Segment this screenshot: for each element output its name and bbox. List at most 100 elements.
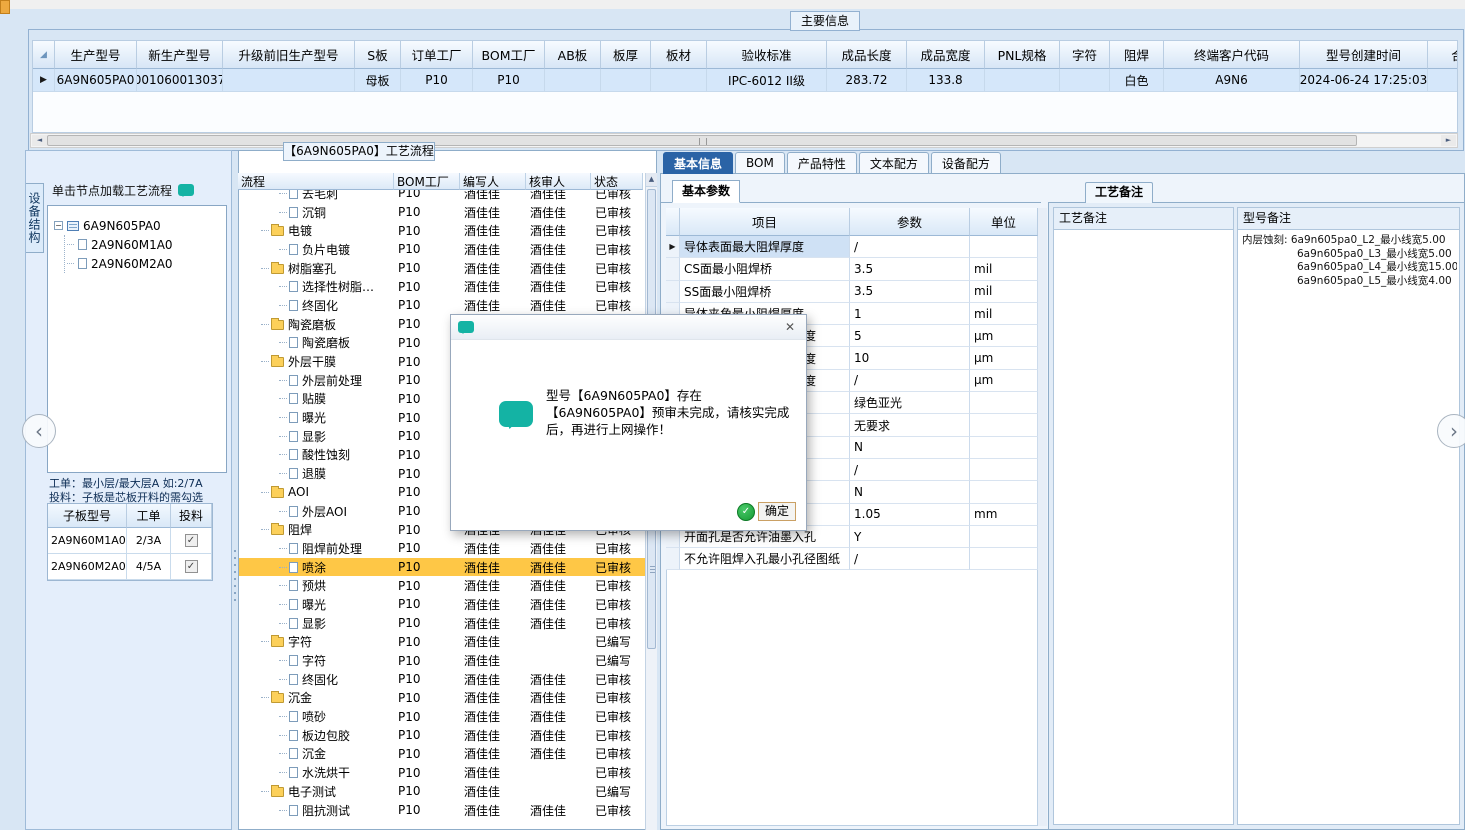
param-value[interactable]: 1.05 — [850, 503, 970, 526]
param-value[interactable]: / — [850, 369, 970, 393]
scrollbar-thumb[interactable] — [47, 135, 1357, 146]
param-column-header[interactable]: 项目 — [680, 208, 850, 236]
process-row[interactable]: 曝光 P10 酒佳佳 酒佳佳 已审核 — [239, 595, 645, 614]
left-arrow-icon[interactable]: ◄ — [32, 135, 47, 146]
process-row[interactable]: 沉金 P10 酒佳佳 酒佳佳 已审核 — [239, 689, 645, 708]
collapse-right-icon[interactable]: › — [1437, 414, 1465, 448]
column-header[interactable]: 生产型号 — [55, 41, 137, 69]
tab-basic-params[interactable]: 基本参数 — [672, 180, 741, 203]
process-row[interactable]: 电子测试 P10 酒佳佳 已编写 — [239, 782, 645, 801]
param-value[interactable]: / — [850, 458, 970, 482]
subboard-row[interactable]: 2A9N60M1A0 2/3A ✓ — [48, 528, 212, 554]
param-row[interactable]: SS面最小阻焊桥 3.5 mil — [666, 280, 1038, 303]
param-value[interactable]: N — [850, 481, 970, 504]
process-row[interactable]: 电镀 P10 酒佳佳 酒佳佳 已审核 — [239, 221, 645, 240]
param-value[interactable]: / — [850, 548, 970, 571]
process-row[interactable]: 终固化 P10 酒佳佳 酒佳佳 已审核 — [239, 670, 645, 689]
param-value[interactable]: Y — [850, 525, 970, 549]
up-arrow-icon[interactable]: ▲ — [646, 173, 657, 187]
ok-button[interactable]: ✓ 确定 — [737, 502, 796, 521]
param-value[interactable]: 3.5 — [850, 280, 970, 303]
param-value[interactable]: 1 — [850, 302, 970, 326]
close-icon[interactable]: ✕ — [781, 320, 799, 334]
feed-checkbox[interactable]: ✓ — [184, 560, 198, 573]
tab-product-traits[interactable]: 产品特性 — [786, 152, 857, 174]
column-header[interactable]: AB板 — [545, 41, 601, 69]
process-row[interactable]: 水洗烘干 P10 酒佳佳 已审核 — [239, 763, 645, 782]
feed-checkbox[interactable]: ✓ — [184, 534, 198, 547]
right-arrow-icon[interactable]: ► — [1441, 135, 1456, 146]
process-row[interactable]: 预烘 P10 酒佳佳 酒佳佳 已审核 — [239, 576, 645, 595]
column-header[interactable]: 板厚 — [601, 41, 651, 69]
column-header[interactable]: 新生产型号 — [137, 41, 223, 69]
column-header[interactable]: 成品宽度 — [907, 41, 985, 69]
param-value[interactable]: N — [850, 436, 970, 459]
expander-icon[interactable]: − — [54, 221, 63, 230]
process-row[interactable]: 终固化 P10 酒佳佳 酒佳佳 已审核 — [239, 296, 645, 315]
process-column-header[interactable]: 状态 — [591, 173, 643, 190]
process-writer: 酒佳佳 — [464, 280, 501, 295]
process-row[interactable]: 阻焊前处理 P10 酒佳佳 酒佳佳 已审核 — [239, 539, 645, 558]
process-column-header[interactable]: BOM工厂 — [394, 173, 460, 190]
tree-node-subboard[interactable]: 2A9N60M1A0 — [65, 235, 226, 254]
param-value[interactable]: 10 — [850, 347, 970, 370]
param-value[interactable]: / — [850, 236, 970, 259]
column-header[interactable]: 验收标准 — [707, 41, 827, 69]
param-row[interactable]: 不允许阻焊入孔最小孔径图纸 / — [666, 548, 1038, 571]
collapse-left-icon[interactable]: ‹ — [22, 414, 56, 448]
process-row[interactable]: 沉金 P10 酒佳佳 酒佳佳 已审核 — [239, 745, 645, 764]
process-row[interactable]: 沉铜 P10 酒佳佳 酒佳佳 已审核 — [239, 203, 645, 222]
tree-node-root[interactable]: − 6A9N605PA0 — [48, 216, 226, 235]
process-row[interactable]: 喷涂 P10 酒佳佳 酒佳佳 已审核 — [239, 557, 645, 577]
column-header[interactable]: 阻焊 — [1110, 41, 1164, 69]
column-header[interactable]: 订单工厂 — [401, 41, 473, 69]
column-header[interactable]: 合 — [1428, 41, 1457, 69]
tree-node-subboard[interactable]: 2A9N60M2A0 — [65, 254, 226, 273]
process-status: 已审核 — [595, 261, 632, 276]
subboard-column-header[interactable]: 投料 — [171, 504, 212, 528]
column-header[interactable]: 升级前旧生产型号 — [223, 41, 355, 69]
tab-basic-info[interactable]: 基本信息 — [663, 152, 734, 174]
tab-text-recipe[interactable]: 文本配方 — [858, 152, 929, 174]
param-value[interactable]: 绿色亚光 — [850, 392, 970, 415]
process-row[interactable]: 阻抗测试 P10 酒佳佳 酒佳佳 已审核 — [239, 801, 645, 820]
column-header[interactable]: BOM工厂 — [473, 41, 545, 69]
column-header[interactable]: 字符 — [1060, 41, 1110, 69]
process-row[interactable]: 选择性树脂… P10 酒佳佳 酒佳佳 已审核 — [239, 277, 645, 296]
column-header[interactable]: 成品长度 — [827, 41, 907, 69]
process-row[interactable]: 字符 P10 酒佳佳 已编写 — [239, 651, 645, 670]
process-row[interactable]: 树脂塞孔 P10 酒佳佳 酒佳佳 已审核 — [239, 259, 645, 278]
param-scrollbar-strip[interactable] — [1038, 208, 1047, 826]
select-all-cell[interactable]: ◢ — [33, 41, 55, 69]
column-header[interactable]: S板 — [355, 41, 401, 69]
side-tab-device-structure[interactable]: 设备结构 — [26, 183, 44, 253]
column-header[interactable]: 型号创建时间 — [1300, 41, 1428, 69]
process-column-header[interactable]: 核审人 — [526, 173, 591, 190]
process-row[interactable]: 字符 P10 酒佳佳 已编写 — [239, 633, 645, 652]
process-column-header[interactable]: 流程 — [238, 173, 394, 190]
tab-device-recipe[interactable]: 设备配方 — [930, 152, 1001, 174]
process-row[interactable]: 负片电镀 P10 酒佳佳 酒佳佳 已审核 — [239, 240, 645, 259]
param-row[interactable]: CS面最小阻焊桥 3.5 mil — [666, 258, 1038, 281]
load-process-flow-button[interactable]: 单击节点加载工艺流程 — [52, 180, 224, 200]
param-value[interactable]: 3.5 — [850, 258, 970, 281]
process-row[interactable]: 板边包胶 P10 酒佳佳 酒佳佳 已审核 — [239, 726, 645, 745]
process-row[interactable]: 去毛刺 P10 酒佳佳 酒佳佳 已审核 — [239, 190, 645, 203]
column-header[interactable]: 终端客户代码 — [1164, 41, 1300, 69]
param-column-header[interactable]: 单位 — [970, 208, 1038, 236]
column-header[interactable]: 板材 — [651, 41, 707, 69]
subboard-column-header[interactable]: 子板型号 — [48, 504, 127, 528]
main-info-row[interactable]: ▶ 6A9N605PA010010600130377母板P10P10IPC-60… — [33, 69, 1457, 92]
process-row[interactable]: 显影 P10 酒佳佳 酒佳佳 已审核 — [239, 614, 645, 633]
subboard-row[interactable]: 2A9N60M2A0 4/5A ✓ — [48, 554, 212, 580]
param-row[interactable]: ▶ 导体表面最大阻焊厚度 / — [666, 236, 1038, 259]
param-column-header[interactable]: 参数 — [850, 208, 970, 236]
param-value[interactable]: 5 — [850, 325, 970, 348]
column-header[interactable]: PNL规格 — [985, 41, 1060, 69]
process-row[interactable]: 喷砂 P10 酒佳佳 酒佳佳 已审核 — [239, 707, 645, 726]
param-value[interactable]: 无要求 — [850, 414, 970, 437]
tab-bom[interactable]: BOM — [735, 152, 785, 174]
subboard-column-header[interactable]: 工单 — [127, 504, 171, 528]
tab-process-notes[interactable]: 工艺备注 — [1085, 182, 1154, 203]
process-column-header[interactable]: 编写人 — [460, 173, 526, 190]
